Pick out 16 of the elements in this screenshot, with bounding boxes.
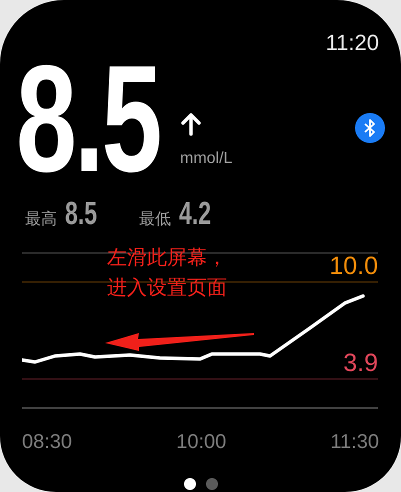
- time-axis-label: 11:30: [330, 430, 379, 454]
- unit-label: mmol/L: [180, 150, 232, 168]
- stat-value: 4.2: [179, 198, 212, 228]
- time-axis-label: 08:30: [22, 430, 72, 454]
- glucose-value: 8.5: [16, 60, 160, 178]
- clock-time: 11:20: [326, 30, 379, 56]
- annotation-text: 左滑此屏幕， 进入设置页面: [107, 244, 227, 301]
- stat-label: 最高: [25, 210, 57, 230]
- stat-label: 最低: [139, 210, 171, 230]
- swipe-arrow-icon: [105, 332, 255, 352]
- threshold-label: 10.0: [329, 252, 378, 280]
- page-dot[interactable]: [184, 478, 196, 490]
- stat-value: 8.5: [65, 198, 98, 228]
- page-dot[interactable]: [206, 478, 218, 490]
- time-axis-label: 10:00: [176, 430, 226, 454]
- threshold-label: 3.9: [343, 349, 378, 377]
